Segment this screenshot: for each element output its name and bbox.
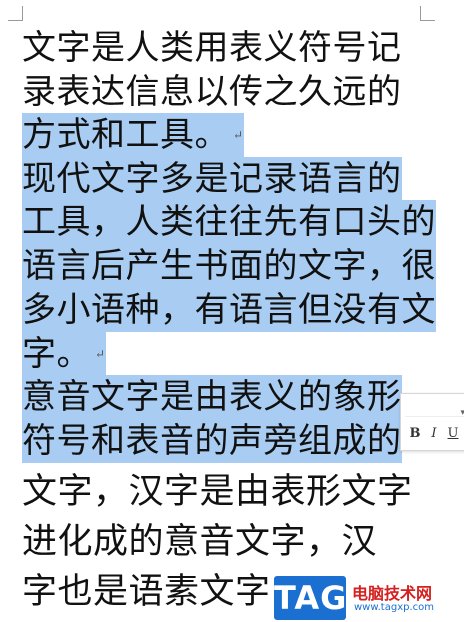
text-line[interactable]: 字也是语素文字 <box>22 570 271 614</box>
italic-button[interactable]: I <box>426 426 442 442</box>
text-line[interactable]: 文字，汉字是由表形文字 <box>22 470 413 514</box>
watermark-site: 电脑技术网 www.tagxp.com <box>348 578 464 618</box>
text-line[interactable]: 录表达信息以传之久远的 <box>22 70 402 114</box>
text-line-content: 多小语种，有语言但没有文 <box>22 290 436 330</box>
page-corner-mark-top-right <box>420 6 435 21</box>
paragraph-mark-icon: ↵ <box>95 347 106 361</box>
text-line-content: 方式和工具。 <box>22 115 229 155</box>
mini-format-toolbar: ▾ B I U <box>400 393 464 451</box>
watermark-logo: TAG <box>274 576 346 620</box>
text-line-content: 符号和表音的声旁组成的 <box>22 421 402 461</box>
text-line-content: 工具，人类往往先有口头的 <box>22 202 436 242</box>
text-line[interactable]: 方式和工具。 ↵ <box>22 113 244 157</box>
text-line[interactable]: 语言后产生书面的文字，很 <box>22 244 436 288</box>
bold-button[interactable]: B <box>407 426 423 442</box>
underline-button[interactable]: U <box>445 426 461 442</box>
document-page[interactable]: 文字是人类用表义符号记 录表达信息以传之久远的 方式和工具。 ↵ 现代文字多是记录语言的… <box>0 0 464 622</box>
text-line[interactable]: 文字是人类用表义符号记 <box>22 26 402 70</box>
text-line-content: 文字是人类用表义符号记 <box>22 28 402 68</box>
text-line[interactable]: 现代文字多是记录语言的 <box>22 157 402 201</box>
text-line-content: 录表达信息以传之久远的 <box>22 72 402 112</box>
text-line[interactable]: 工具，人类往往先有口头的 <box>22 200 436 244</box>
watermark-url: www.tagxp.com <box>354 602 434 613</box>
chevron-down-icon: ▾ <box>460 408 464 418</box>
text-line[interactable]: 意音文字是由表义的象形 <box>22 375 402 419</box>
text-line-content: 文字，汉字是由表形文字 <box>22 472 413 512</box>
text-line[interactable]: 多小语种，有语言但没有文 <box>22 288 436 332</box>
text-line-content: 现代文字多是记录语言的 <box>22 159 402 199</box>
text-line[interactable]: 符号和表音的声旁组成的 <box>22 419 402 463</box>
text-line-content: 字也是语素文字 <box>22 572 271 612</box>
paragraph-mark-icon: ↵ <box>233 128 244 142</box>
text-line-content: 进化成的意音文字，汉 <box>22 522 378 562</box>
text-line-content: 字。 <box>22 334 91 374</box>
text-line[interactable]: 进化成的意音文字，汉 <box>22 520 377 564</box>
font-size-dropdown[interactable]: ▾ <box>405 400 464 418</box>
watermark-site-name: 电脑技术网 <box>352 584 433 603</box>
text-line[interactable]: 字。 ↵ <box>22 332 106 376</box>
watermark: TAG 电脑技术网 www.tagxp.com <box>274 574 464 622</box>
page-corner-mark-top-left <box>8 6 23 21</box>
text-line-content: 意音文字是由表义的象形 <box>22 377 402 417</box>
text-line-content: 语言后产生书面的文字，很 <box>22 246 436 286</box>
